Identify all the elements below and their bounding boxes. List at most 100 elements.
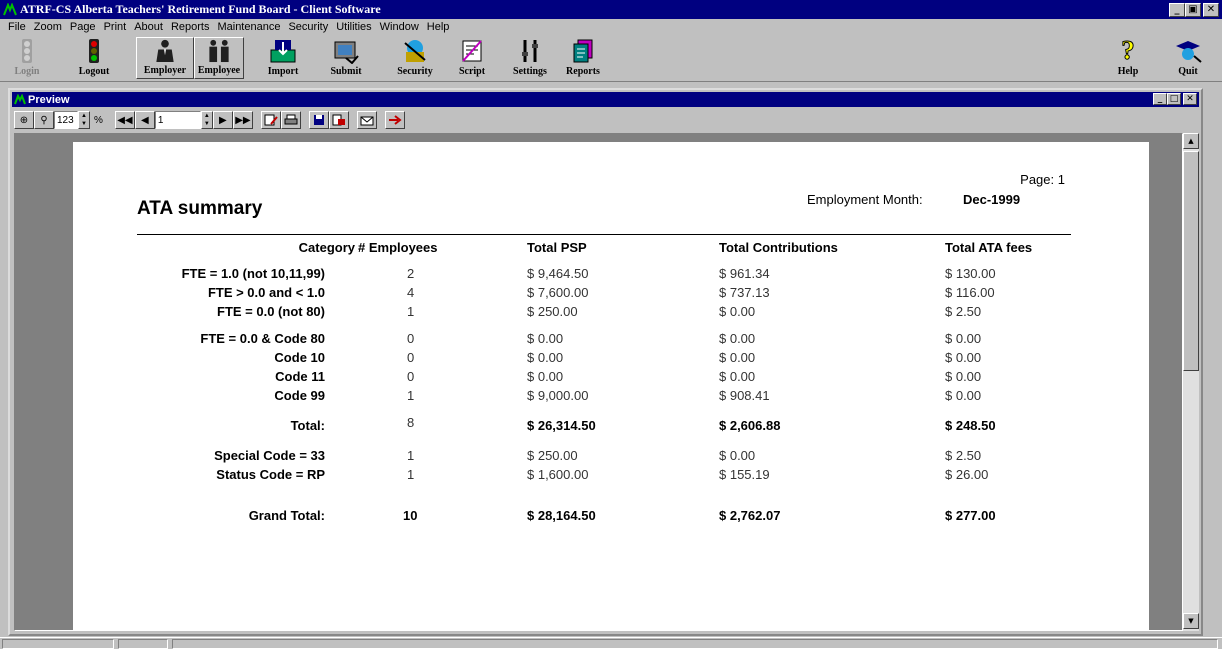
login-label: Login (14, 66, 40, 77)
report-title: ATA summary (137, 198, 263, 219)
reports-button[interactable]: Reports (560, 37, 606, 79)
logout-label: Logout (78, 66, 110, 77)
export-icon[interactable] (328, 111, 349, 129)
grand-total-psp: $ 28,164.50 (527, 508, 596, 523)
preview-canvas[interactable]: Page: 1 ATA summary Employment Month: De… (14, 133, 1183, 631)
row-fees: $ 0.00 (945, 331, 982, 346)
close-icon[interactable]: ✕ (1203, 3, 1219, 17)
next-page-icon[interactable]: ▶ (212, 111, 233, 129)
employment-month-label: Employment Month: (807, 192, 923, 207)
zoom-in-icon[interactable]: ⊕ (14, 111, 34, 129)
row-contributions: $ 908.41 (719, 388, 770, 403)
row-category: Special Code = 33 (214, 448, 325, 463)
employees-icon (209, 39, 229, 63)
total-label: Total: (290, 418, 325, 433)
help-button[interactable]: ? Help (1110, 37, 1146, 79)
last-page-icon[interactable]: ▶▶ (232, 111, 253, 129)
row-category: FTE = 0.0 (not 80) (217, 304, 325, 319)
maximize-icon[interactable]: □ (1167, 93, 1181, 105)
menu-help[interactable]: Help (423, 21, 454, 33)
menu-utilities[interactable]: Utilities (332, 21, 375, 33)
row-fees: $ 0.00 (945, 388, 982, 403)
zoom-out-icon[interactable]: ⚲ (34, 111, 54, 129)
page-input[interactable]: 1 (154, 111, 201, 129)
page-spinner[interactable]: ▲ ▼ (200, 111, 213, 129)
status-pane (2, 639, 114, 649)
col-header-total-ata-fees: Total ATA fees (945, 240, 1033, 255)
row-contributions: $ 0.00 (719, 448, 756, 463)
minimize-icon[interactable]: _ (1153, 93, 1167, 105)
traffic-light-icon (22, 39, 32, 63)
print-setup-icon[interactable] (260, 111, 281, 129)
vertical-scrollbar[interactable]: ▲ ▼ (1183, 133, 1199, 631)
preview-window-icon (14, 93, 26, 104)
reports-label: Reports (566, 66, 600, 77)
restore-icon[interactable]: ▣ (1185, 3, 1201, 17)
spin-up-icon[interactable]: ▲ (202, 112, 212, 120)
script-icon (462, 40, 482, 62)
quit-label: Quit (1178, 66, 1198, 77)
close-icon[interactable]: ✕ (1183, 93, 1197, 105)
atrf-app-icon (3, 2, 17, 15)
preview-title-bar[interactable]: Preview _ □ ✕ (12, 92, 1199, 107)
row-category: Code 11 (275, 369, 325, 384)
first-page-icon[interactable]: ◀◀ (114, 111, 135, 129)
row-employees: 1 (407, 388, 415, 403)
scroll-up-icon[interactable]: ▲ (1183, 133, 1199, 149)
row-psp: $ 250.00 (527, 448, 578, 463)
spin-down-icon[interactable]: ▼ (202, 120, 212, 128)
security-button[interactable]: Security (390, 37, 440, 79)
row-fees: $ 26.00 (945, 467, 989, 482)
security-label: Security (397, 66, 433, 77)
exit-preview-icon[interactable] (384, 111, 405, 129)
printer-icon[interactable] (280, 111, 301, 129)
zoom-spinner[interactable]: ▲ ▼ (78, 111, 90, 129)
menu-page[interactable]: Page (66, 21, 100, 33)
settings-label: Settings (513, 66, 547, 77)
scroll-down-icon[interactable]: ▼ (1183, 613, 1199, 629)
row-fees: $ 2.50 (945, 448, 982, 463)
menu-window[interactable]: Window (376, 21, 423, 33)
zoom-input[interactable]: 123 (54, 111, 78, 129)
save-icon[interactable] (308, 111, 329, 129)
spin-down-icon[interactable]: ▼ (79, 120, 89, 128)
app-title-bar[interactable]: ATRF-CS Alberta Teachers' Retirement Fun… (0, 0, 1222, 19)
row-fees: $ 2.50 (945, 304, 982, 319)
menu-zoom[interactable]: Zoom (30, 21, 66, 33)
import-label: Import (267, 66, 299, 77)
status-pane (118, 639, 168, 649)
script-button[interactable]: Script (452, 37, 492, 79)
row-category: FTE > 0.0 and < 1.0 (207, 285, 325, 300)
submit-button[interactable]: Submit (324, 37, 368, 79)
header-rule (137, 234, 1071, 235)
grand-total-contributions: $ 2,762.07 (719, 508, 781, 523)
row-psp: $ 250.00 (527, 304, 578, 319)
quit-button[interactable]: Quit (1166, 37, 1210, 79)
mail-icon[interactable] (356, 111, 377, 129)
row-contributions: $ 961.34 (719, 266, 770, 281)
menu-security[interactable]: Security (284, 21, 332, 33)
minimize-icon[interactable]: _ (1169, 3, 1185, 17)
login-button[interactable]: Login (8, 37, 46, 79)
employee-button[interactable]: Employee (194, 37, 244, 79)
employer-button[interactable]: Employer (136, 37, 194, 79)
security-icon (404, 40, 426, 62)
row-fees: $ 130.00 (945, 266, 996, 281)
traffic-light-icon (89, 39, 99, 63)
spin-up-icon[interactable]: ▲ (79, 112, 89, 120)
employment-month-value: Dec-1999 (963, 192, 1021, 207)
menu-file[interactable]: File (4, 21, 30, 33)
menu-reports[interactable]: Reports (167, 21, 214, 33)
menu-about[interactable]: About (130, 21, 167, 33)
row-psp: $ 0.00 (527, 331, 564, 346)
row-psp: $ 9,464.50 (527, 266, 589, 281)
scroll-thumb[interactable] (1183, 151, 1199, 371)
menu-maintenance[interactable]: Maintenance (213, 21, 284, 33)
logout-button[interactable]: Logout (72, 37, 116, 79)
menu-print[interactable]: Print (100, 21, 131, 33)
grand-total-fees: $ 277.00 (945, 508, 996, 523)
import-button[interactable]: Import (262, 37, 304, 79)
settings-button[interactable]: Settings (508, 37, 552, 79)
previous-page-icon[interactable]: ◀ (134, 111, 155, 129)
row-psp: $ 0.00 (527, 350, 564, 365)
